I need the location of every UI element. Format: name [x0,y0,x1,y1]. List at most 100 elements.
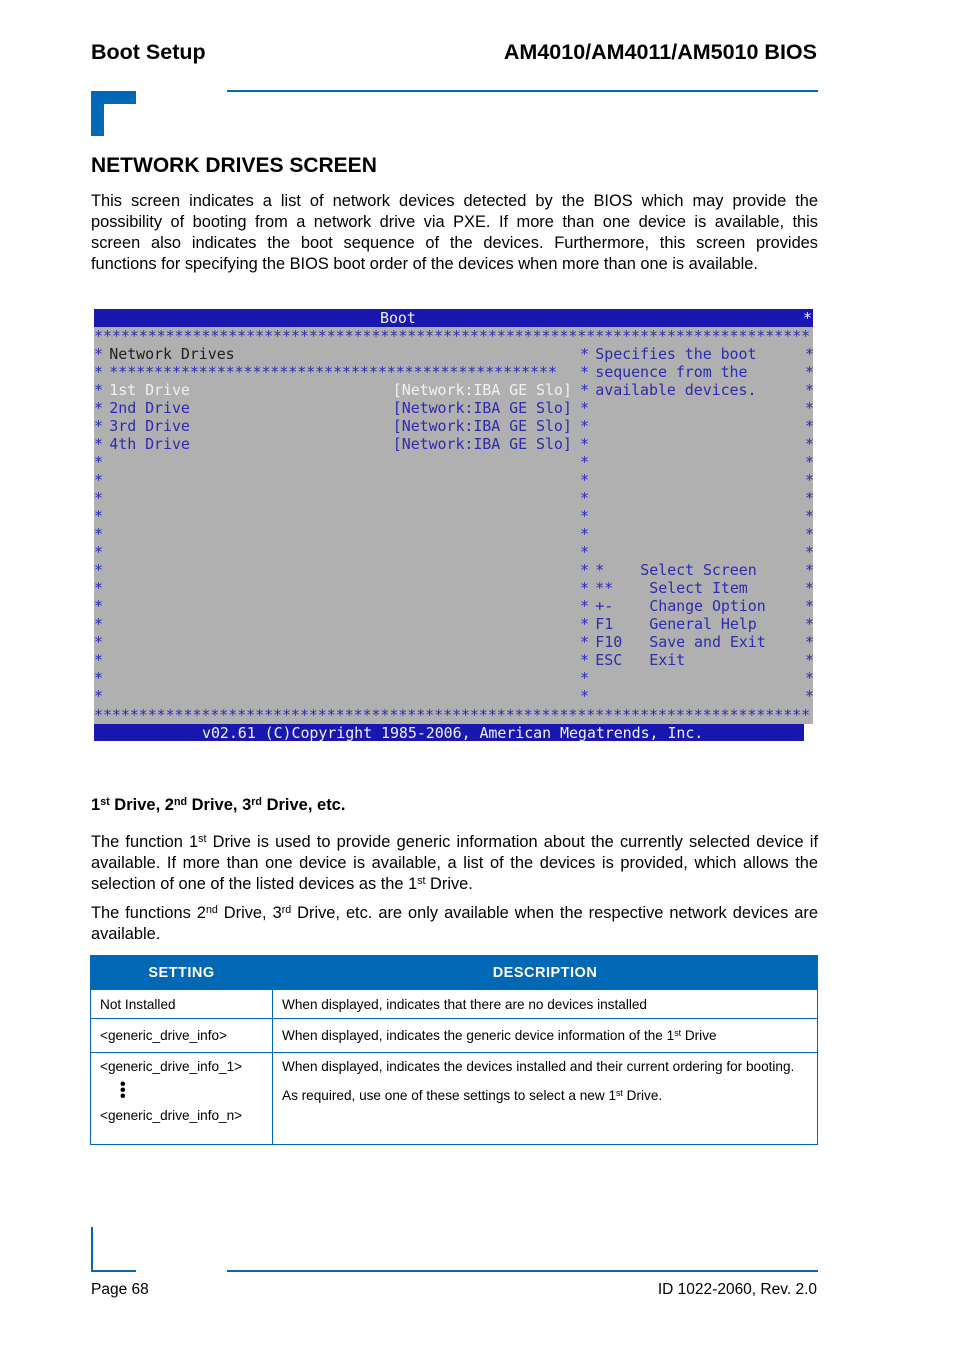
bios-drive-label[interactable]: 2nd Drive [109,399,190,417]
bios-border-star: * [805,615,813,633]
bios-row: * * * [94,471,813,489]
bios-divider-star: * [580,615,589,633]
bios-border-star: * [805,471,813,489]
intro-line: This screen indicates a list of network … [91,192,818,210]
bios-border-star: * [805,687,813,705]
bios-key: ** [595,579,614,597]
bios-border-star: * [805,633,813,651]
bios-divider-star: * [580,453,589,471]
bios-row: * * * [94,525,813,543]
bios-key: F10 [595,633,623,651]
bios-row: * * * 1st Drive [Network:IBA GE Slo] availabl… [94,381,813,399]
bios-inner-separator: ****************************************… [109,363,557,381]
bios-help-text: Specifies the boot [595,345,757,363]
bios-border-star: * [94,687,103,705]
corner-mark-top [91,91,136,136]
bios-drive-label[interactable]: 3rd Drive [109,417,190,435]
bios-help-text: sequence from the [595,363,748,381]
bios-border-star: * [94,417,103,435]
bios-border-star: * [805,345,813,363]
bios-divider-star: * [580,651,589,669]
description-cell: When displayed, indicates the generic de… [272,1018,818,1053]
bios-divider-star: * [580,471,589,489]
bios-border-star: * [805,561,813,579]
bios-border-star: * [805,597,813,615]
bios-key-action: General Help [649,615,757,633]
intro-line: possibility of booting from a network dr… [91,213,818,231]
bios-row: *****Select Item [94,579,813,597]
setting-cell: Not Installed [90,989,273,1019]
bios-border-star: * [805,399,813,417]
bios-border-star: * [94,579,103,597]
bios-key: +- [595,597,614,615]
bios-title: Boot [380,309,416,327]
bios-border-star: * [94,543,103,561]
bios-key-action: Select Item [649,579,748,597]
bios-border-star: * [805,507,813,525]
bios-border-star: * [805,525,813,543]
bios-key: * [595,561,605,579]
table-row: Not Installed When displayed, indicates … [90,989,818,1019]
bios-section-heading: Network Drives [109,345,235,363]
bios-border-star: * [803,309,812,327]
bios-divider-star: * [580,489,589,507]
header-section-title: Boot Setup [91,40,206,64]
bios-row: * * * * Select Screen [94,561,813,579]
bios-border-star: * [94,651,103,669]
bios-border-star: * [94,597,103,615]
bios-border-star: * [94,669,103,687]
bios-border-star: * [805,417,813,435]
bios-row: * * * 4th Drive [Network:IBA GE Slo] [94,435,813,453]
bios-border-star: * [94,633,103,651]
settings-table: SETTING DESCRIPTION Not Installed When d… [90,955,818,1145]
bios-drive-value[interactable]: [Network:IBA GE Slo] [393,399,572,417]
bios-row: * * * [94,507,813,525]
bios-divider-star: * [580,345,589,363]
bios-divider-star: * [580,579,589,597]
bios-border-star: * [805,435,813,453]
bios-drive-value[interactable]: [Network:IBA GE Slo] [393,417,572,435]
bios-border-star: * [94,453,103,471]
bios-border-star: * [805,579,813,597]
bios-divider-star: * [580,543,589,561]
bios-border-star: * [805,489,813,507]
bios-border-star: * [805,381,813,399]
bios-copyright: v02.61 (C)Copyright 1985-2006, American … [202,724,704,741]
subsection-title: 1st Drive, 2nd Drive, 3rd Drive, etc. [91,796,346,814]
column-header-setting: SETTING [90,955,273,990]
bios-help-text: available devices. [595,381,757,399]
bios-divider-star: * [580,381,589,399]
bios-row: * * * Network Drives Specifies the boot [94,345,813,363]
bios-drive-value[interactable]: [Network:IBA GE Slo] [393,435,572,453]
bios-border-top: ****************************************… [94,327,811,345]
intro-line: functions for specifying the BIOS boot o… [91,255,758,273]
intro-paragraph: This screen indicates a list of network … [91,191,818,275]
bios-border-star: * [94,435,103,453]
drive-paragraph-2: The functions 2nd Drive, 3rd Drive, etc.… [91,904,818,943]
bios-divider-star: * [580,417,589,435]
bios-divider-star: * [580,525,589,543]
bios-drive-label[interactable]: 4th Drive [109,435,190,453]
bios-row: * * * ESC Exit [94,651,813,669]
bios-row: * * * +- Change Option [94,597,813,615]
bios-border-star: * [94,399,103,417]
bios-divider-star: * [580,687,589,705]
bios-drive-label[interactable]: 1st Drive [109,381,190,399]
bios-row: * * * 2nd Drive [Network:IBA GE Slo] [94,399,813,417]
corner-mark-bottom [91,1227,136,1272]
description-cell: When displayed, indicates that there are… [272,989,818,1019]
bios-border-star: * [94,471,103,489]
bios-divider-star: * [580,363,589,381]
bios-row: * * * [94,453,813,471]
bios-divider-star: * [580,669,589,687]
bios-divider-star: * [580,633,589,651]
column-header-description: DESCRIPTION [272,955,818,990]
bios-divider-star: * [580,507,589,525]
bios-border-star: * [805,543,813,561]
bios-row: * * * F10 Save and Exit [94,633,813,651]
bios-drive-value[interactable]: [Network:IBA GE Slo] [393,381,572,399]
intro-line: screen also indicates the boot sequence … [91,234,818,252]
bios-row: * * * [94,489,813,507]
bios-border-star: * [94,561,103,579]
drive-paragraph-1: The function 1st Drive is used to provid… [91,833,818,893]
